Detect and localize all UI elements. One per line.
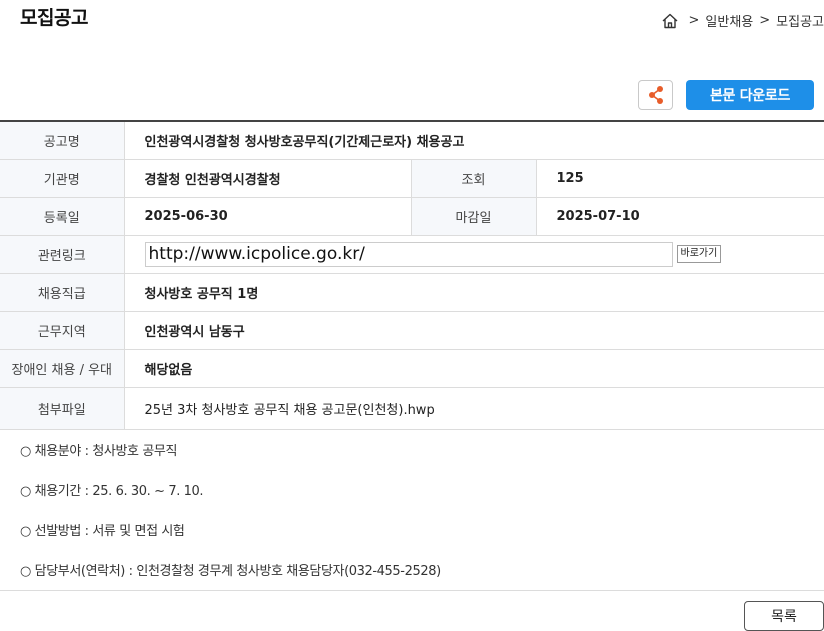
reg-date-value: 2025-06-30: [124, 197, 411, 236]
reg-date-label: 등록일: [0, 197, 125, 236]
table-row: 관련링크 http://www.icpolice.go.kr/바로가기: [0, 235, 824, 274]
work-area-label: 근무지역: [0, 311, 125, 350]
job-grade-label: 채용직급: [0, 273, 125, 312]
home-icon[interactable]: [661, 12, 679, 30]
note-field: ○ 채용분야 : 청사방호 공무직: [20, 444, 178, 459]
disabled-value: 해당없음: [124, 349, 824, 388]
note-method: ○ 선발방법 : 서류 및 면접 시험: [20, 524, 185, 539]
go-link-button[interactable]: 바로가기: [676, 245, 722, 263]
share-button[interactable]: [638, 80, 673, 110]
table-row: 근무지역 인천광역시 남동구: [0, 311, 824, 350]
link-cell: http://www.icpolice.go.kr/바로가기: [124, 235, 824, 274]
page-title: 모집공고: [20, 7, 88, 29]
attachment-label: 첨부파일: [0, 387, 125, 430]
table-row: 첨부파일 25년 3차 청사방호 공무직 채용 공고문(인천청).hwp: [0, 387, 824, 430]
table-row: 공고명 인천광역시경찰청 청사방호공무직(기간제근로자) 채용공고: [0, 121, 824, 160]
deadline-label: 마감일: [410, 197, 537, 236]
list-button[interactable]: 목록: [744, 601, 824, 631]
views-value: 125: [536, 159, 824, 198]
note-contact: ○ 담당부서(연락처) : 인천경찰청 경무계 청사방호 채용담당자(032-4…: [20, 564, 441, 579]
table-row: 등록일 2025-06-30 마감일 2025-07-10: [0, 197, 824, 236]
title-value: 인천광역시경찰청 청사방호공무직(기간제근로자) 채용공고: [124, 121, 824, 160]
table-row: 기관명 경찰청 인천광역시경찰청 조회 125: [0, 159, 824, 198]
breadcrumb: > 일반채용 > 모집공고: [661, 11, 824, 30]
notice-body: ○ 채용분야 : 청사방호 공무직 ○ 채용기간 : 25. 6. 30. ~ …: [20, 442, 441, 602]
breadcrumb-item-recruit-notice[interactable]: 모집공고: [776, 11, 824, 30]
notice-info-table: 공고명 인천광역시경찰청 청사방호공무직(기간제근로자) 채용공고 기관명 경찰…: [0, 120, 824, 430]
download-button[interactable]: 본문 다운로드: [686, 80, 814, 110]
share-icon: [648, 86, 663, 104]
note-period: ○ 채용기간 : 25. 6. 30. ~ 7. 10.: [20, 484, 204, 499]
views-label: 조회: [410, 159, 537, 198]
table-row: 장애인 채용 / 우대 해당없음: [0, 349, 824, 388]
disabled-label: 장애인 채용 / 우대: [0, 349, 125, 388]
breadcrumb-separator: >: [688, 13, 700, 28]
breadcrumb-separator: >: [759, 13, 771, 28]
org-label: 기관명: [0, 159, 125, 198]
table-row: 채용직급 청사방호 공무직 1명: [0, 273, 824, 312]
deadline-value: 2025-07-10: [536, 197, 824, 236]
title-label: 공고명: [0, 121, 125, 160]
attachment-link[interactable]: 25년 3차 청사방호 공무직 채용 공고문(인천청).hwp: [124, 387, 824, 430]
org-value: 경찰청 인천광역시경찰청: [124, 159, 411, 198]
breadcrumb-item-general-recruit[interactable]: 일반채용: [705, 11, 753, 30]
job-grade-value: 청사방호 공무직 1명: [124, 273, 824, 312]
divider: [0, 590, 824, 591]
link-label: 관련링크: [0, 235, 125, 274]
related-link-field[interactable]: http://www.icpolice.go.kr/: [144, 241, 673, 267]
work-area-value: 인천광역시 남동구: [124, 311, 824, 350]
